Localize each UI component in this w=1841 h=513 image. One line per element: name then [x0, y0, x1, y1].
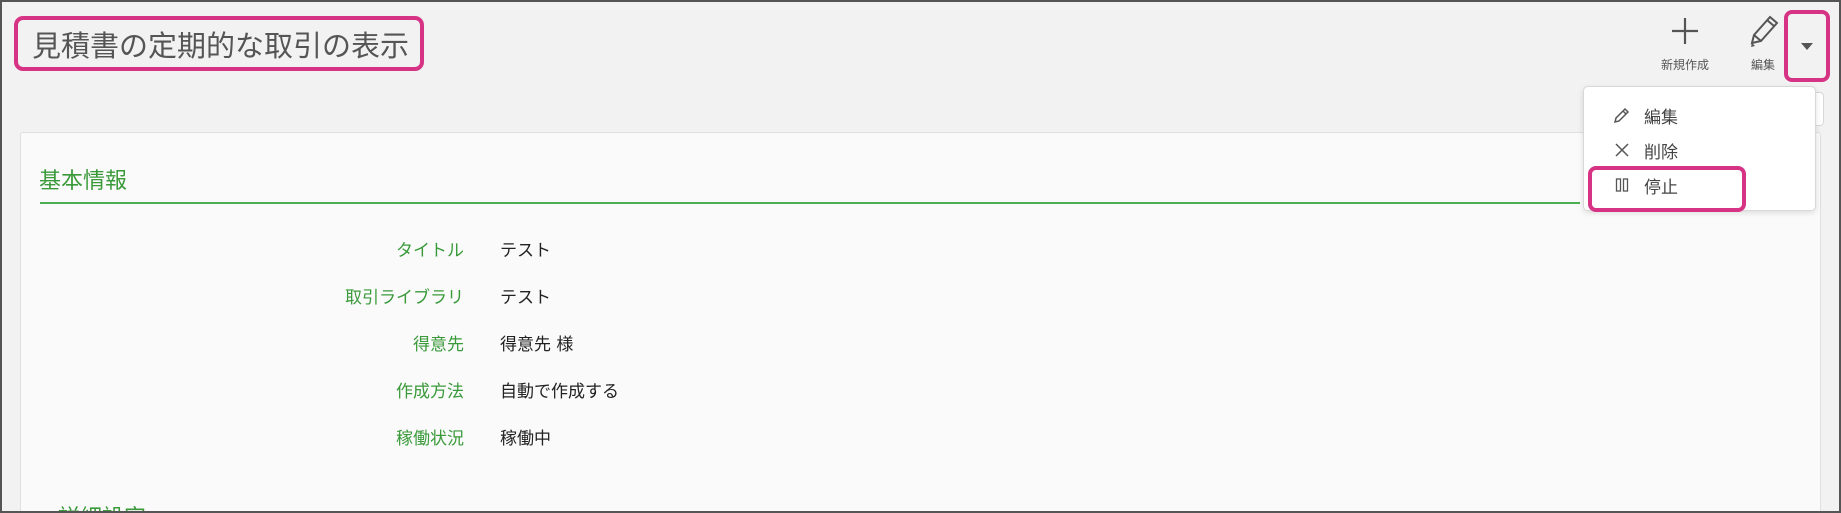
close-icon — [1612, 140, 1632, 160]
field-label-library: 取引ライブラリ — [345, 288, 464, 308]
field-label-title: タイトル — [396, 241, 464, 261]
section-title-basic-info: 基本情報 — [39, 169, 128, 194]
menu-item-stop[interactable]: 停止 — [1584, 168, 1817, 202]
field-value-creation-method: 自動で作成する — [500, 382, 619, 402]
more-actions-dropdown-button[interactable] — [1784, 10, 1830, 82]
pencil-icon — [1612, 105, 1632, 125]
menu-item-edit[interactable]: 編集 — [1584, 98, 1817, 132]
plus-icon — [1670, 12, 1700, 50]
field-value-customer: 得意先 様 — [500, 335, 574, 355]
edit-button[interactable]: 編集 — [1738, 12, 1788, 78]
menu-item-stop-label: 停止 — [1644, 177, 1678, 198]
field-value-title: テスト — [500, 241, 551, 261]
edit-button-label: 編集 — [1750, 58, 1775, 72]
menu-item-edit-label: 編集 — [1644, 107, 1678, 128]
detail-panel — [20, 132, 1821, 513]
field-label-customer: 得意先 — [413, 335, 464, 355]
field-label-status: 稼働状況 — [396, 429, 464, 449]
field-value-status: 稼働中 — [500, 429, 551, 449]
actions-dropdown-menu: 編集 削除 停止 — [1583, 86, 1816, 211]
section-title-detail-settings: 詳細設定 — [58, 500, 146, 513]
page-title-text: 見積書の定期的な取引の表示 — [32, 28, 410, 63]
new-button-label: 新規作成 — [1660, 58, 1709, 72]
section-divider — [40, 202, 1580, 204]
caret-down-icon — [1801, 42, 1813, 50]
menu-item-delete[interactable]: 削除 — [1584, 133, 1817, 167]
pencil-icon — [1746, 12, 1780, 50]
menu-item-delete-label: 削除 — [1644, 142, 1678, 163]
pause-icon — [1612, 175, 1632, 195]
field-label-creation-method: 作成方法 — [396, 382, 464, 402]
field-value-library: テスト — [500, 288, 551, 308]
new-button[interactable]: 新規作成 — [1652, 12, 1718, 78]
page-title: 見積書の定期的な取引の表示 — [14, 16, 424, 71]
